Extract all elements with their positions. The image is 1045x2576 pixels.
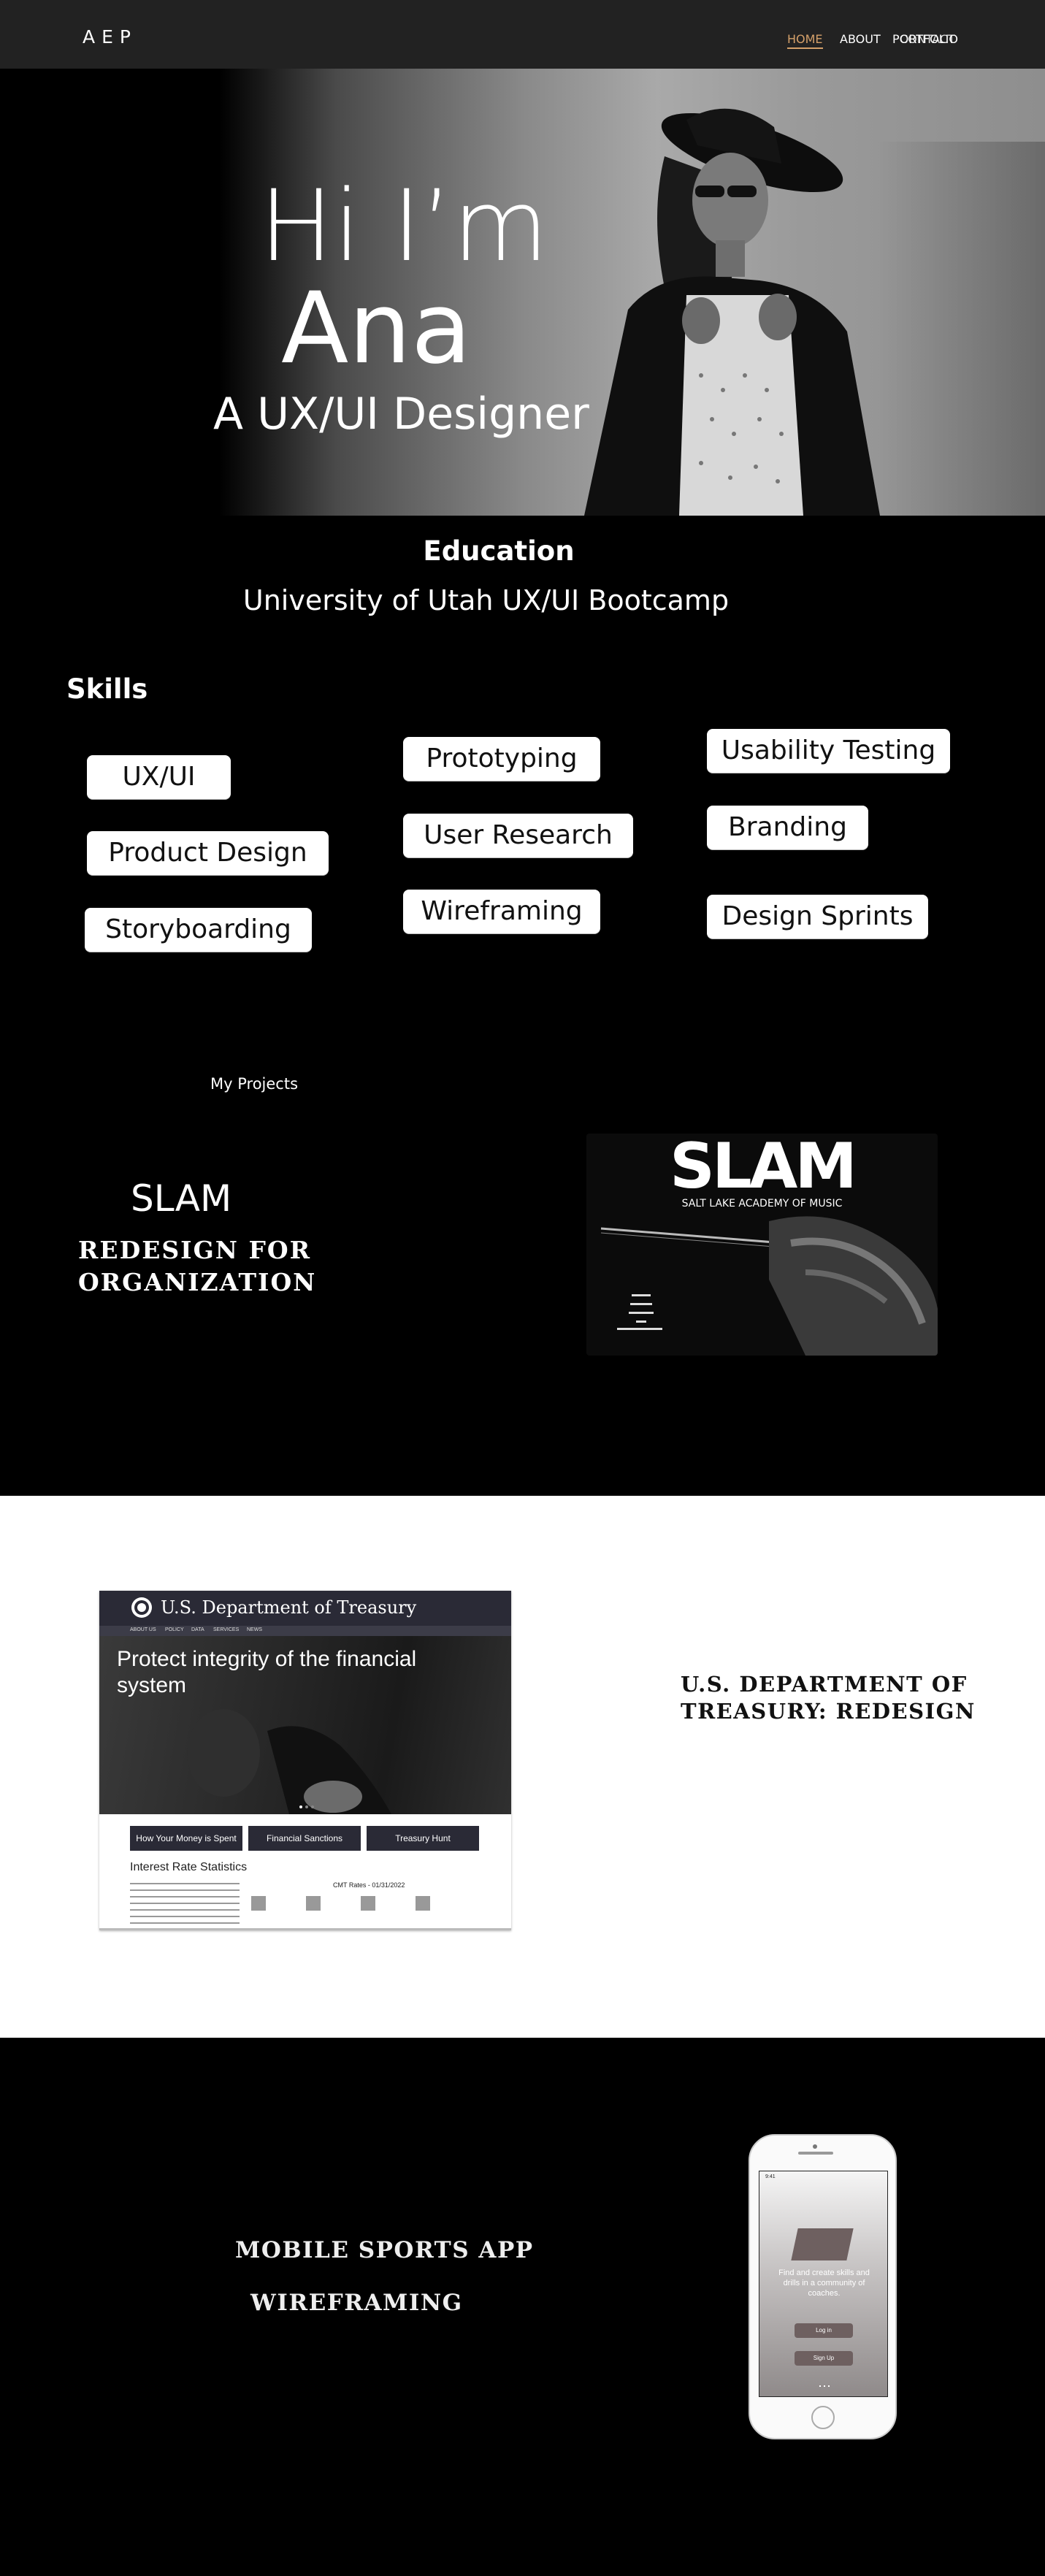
slam-project-title[interactable]: SLAM [131,1177,231,1220]
slam-subtitle-line2: ORGANIZATION [78,1268,317,1296]
slam-project-subtitle: REDESIGN FOR ORGANIZATION [78,1234,316,1299]
skill-pill: Design Sprints [707,895,928,939]
projects-heading: My Projects [210,1075,299,1093]
skill-pill: Prototyping [403,737,600,781]
pagination-dots [818,2385,830,2388]
hero-name: Ana [281,271,472,386]
treasury-nav-item[interactable]: DATA [191,1627,204,1632]
treasury-button[interactable]: Treasury Hunt [367,1826,479,1851]
nav-link-about[interactable]: ABOUT [840,32,881,46]
site-logo[interactable]: AEP [83,26,137,47]
education-heading: Education [423,535,575,567]
hero-greeting: Hi I’m [259,169,549,283]
skill-pill: User Research [403,814,633,857]
treasury-hero-image: Protect integrity of the financial syste… [99,1636,511,1814]
phone-home-button [811,2406,835,2429]
hero-subtitle: A UX/UI Designer [213,389,589,440]
nav-link-home[interactable]: HOME [787,32,823,49]
app-logo-icon [791,2228,854,2260]
guitar-player-illustration [600,1216,938,1356]
treasury-body-text [130,1883,240,1925]
treasury-title-line2: TREASURY: REDESIGN [681,1699,976,1724]
treasury-nav-item[interactable]: ABOUT US [130,1627,156,1632]
treasury-scrollbar [99,1928,511,1930]
treasury-section-title: Interest Rate Statistics [130,1861,248,1873]
top-nav-bar: AEP HOME ABOUT PORTFOLIO CONTACT [0,0,1045,69]
phone-speaker [798,2152,833,2155]
app-tagline: Find and create skills and drills in a c… [778,2269,870,2298]
mobile-project-title[interactable]: MOBILE SPORTS APP [235,2237,534,2263]
treasury-nav-item[interactable]: NEWS [247,1627,262,1632]
phone-screen: 9:41 Find and create skills and drills i… [759,2171,888,2397]
treasury-header: U.S. Department of Treasury [99,1591,511,1626]
signup-button[interactable]: Sign Up [795,2351,853,2366]
treasury-navbar: ABOUT US POLICY DATA SERVICES NEWS [99,1626,511,1636]
slam-project-preview[interactable]: SLAM SALT LAKE ACADEMY OF MUSIC [586,1134,938,1356]
skills-heading: Skills [66,673,148,705]
skill-pill: Storyboarding [85,908,312,952]
skill-pill: UX/UI [87,755,231,799]
treasury-nav-item[interactable]: POLICY [165,1627,184,1632]
treasury-nav-item[interactable]: SERVICES [213,1627,239,1632]
treasury-button[interactable]: Financial Sanctions [248,1826,361,1851]
treasury-title-line1: U.S. DEPARTMENT OF [681,1672,968,1697]
phone-camera [813,2144,817,2149]
login-button[interactable]: Log in [795,2323,853,2338]
education-school: University of Utah UX/UI Bootcamp [242,584,730,616]
skill-pill: Branding [707,806,868,849]
treasury-table-title: CMT Rates - 01/31/2022 [333,1881,405,1889]
treasury-project-preview[interactable]: U.S. Department of Treasury ABOUT US POL… [99,1591,511,1930]
skill-pill: Usability Testing [707,729,950,773]
treasury-project-title[interactable]: U.S. DEPARTMENT OF TREASURY: REDESIGN [681,1671,976,1725]
nav-link-contact[interactable]: CONTACT [900,32,955,46]
slam-subtitle-line1: REDESIGN FOR [78,1236,312,1264]
skill-pill: Product Design [87,831,329,875]
treasury-button[interactable]: How Your Money is Spent [130,1826,242,1851]
treasury-site-name: U.S. Department of Treasury [161,1597,417,1618]
skill-pill: Wireframing [403,890,600,933]
treasury-seal-icon [131,1597,152,1618]
mobile-project-subtitle: WIREFRAMING [250,2290,463,2316]
phone-status-time: 9:41 [765,2174,776,2179]
mobile-app-phone-mockup[interactable]: 9:41 Find and create skills and drills i… [749,2134,897,2439]
treasury-data-table [251,1896,434,1911]
hero-section: Hi I’m Ana A UX/UI Designer [0,69,1045,516]
treasury-headline: Protect integrity of the financial syste… [117,1647,417,1697]
